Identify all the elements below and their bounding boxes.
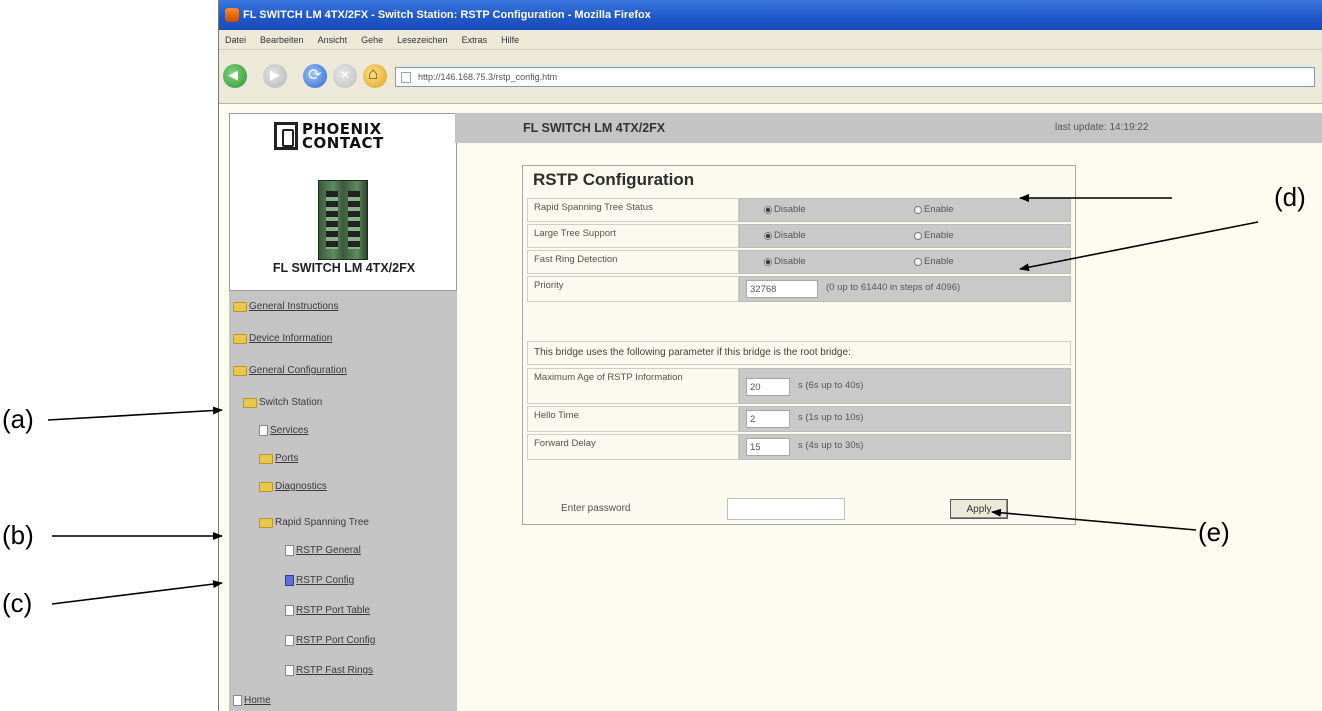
annotation-d: (d) (1274, 182, 1306, 212)
arrow-c (51, 580, 223, 605)
annotation-c: (c) (2, 588, 33, 618)
annotation-a: (a) (2, 404, 34, 434)
annotation-b: (b) (2, 520, 34, 550)
arrow-a (47, 406, 223, 421)
arrow-d2 (1019, 221, 1259, 272)
annotation-e: (e) (1198, 517, 1230, 547)
arrow-e (991, 508, 1197, 531)
annotation-arrows (47, 194, 1259, 605)
